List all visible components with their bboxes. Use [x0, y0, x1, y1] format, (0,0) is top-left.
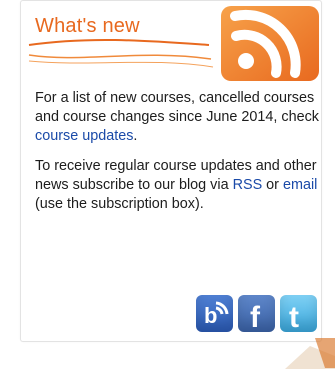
text-after-link: .: [133, 128, 138, 144]
svg-text:f: f: [250, 301, 261, 332]
blog-icon[interactable]: b: [196, 295, 233, 332]
twitter-icon[interactable]: t: [280, 295, 317, 332]
rss-icon: [221, 6, 319, 81]
rss-link[interactable]: RSS: [233, 177, 263, 193]
subscribe-text-3: (use the subscription box).: [35, 196, 204, 212]
subscribe-text-2: or: [262, 177, 283, 193]
paragraph-course-updates: For a list of new courses, cancelled cou…: [35, 89, 320, 146]
next-panel-corner: [285, 338, 335, 369]
paragraph-subscribe: To receive regular course updates and ot…: [35, 157, 320, 214]
svg-text:t: t: [289, 301, 299, 332]
social-icons: b f t: [196, 295, 317, 332]
email-link[interactable]: email: [283, 177, 317, 193]
panel-title: What's new: [35, 15, 140, 37]
panel-body: For a list of new courses, cancelled cou…: [35, 89, 320, 225]
facebook-icon[interactable]: f: [238, 295, 275, 332]
panel-header: What's new: [21, 1, 321, 89]
text-before-link: For a list of new courses, cancelled cou…: [35, 90, 320, 125]
whats-new-panel: What's new For a list of new courses, ca…: [20, 0, 322, 342]
course-updates-link[interactable]: course updates: [35, 128, 133, 144]
svg-text:b: b: [204, 303, 217, 328]
